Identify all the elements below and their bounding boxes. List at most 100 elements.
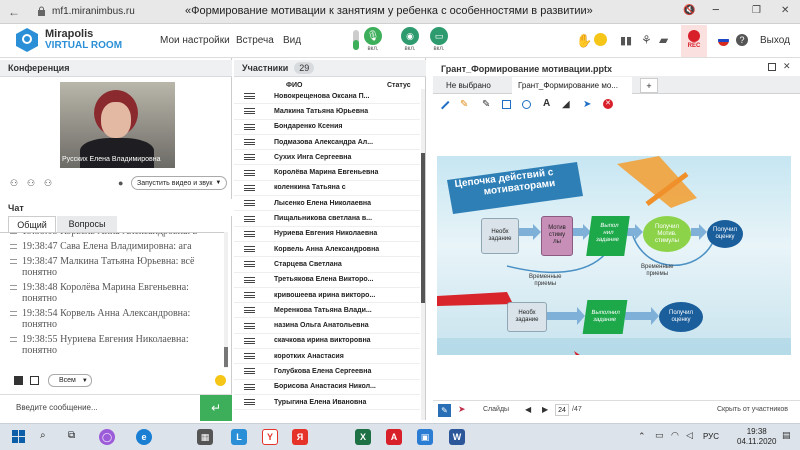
close-panel-icon[interactable]: ✕	[783, 61, 791, 72]
start-video-button[interactable]: Запустить видео и звук ▼	[131, 176, 227, 190]
tab-not-selected[interactable]: Не выбрано	[446, 81, 491, 90]
menu-icon[interactable]	[244, 292, 255, 298]
participant-row[interactable]: Турыгина Елена Ивановна	[234, 395, 420, 411]
excel-icon[interactable]: X	[355, 429, 371, 445]
draw-mode-icon[interactable]: ✎	[438, 404, 451, 417]
participant-row[interactable]: Пищальникова светлана в...	[234, 211, 420, 227]
restore-icon[interactable]: ❐	[752, 5, 761, 16]
prev-slide-button[interactable]: ◀	[525, 405, 531, 414]
hide-from-participants[interactable]: Скрыть от участников	[717, 406, 788, 413]
volume-icon[interactable]: ◁	[686, 430, 693, 441]
participant-row[interactable]: кривошеева ирина викторо...	[234, 288, 420, 304]
windows-start-icon[interactable]	[12, 430, 25, 443]
participant-row[interactable]: Корвель Анна Александровна	[234, 242, 420, 258]
mute-icon[interactable]: 🔇	[683, 5, 695, 16]
menu-icon[interactable]	[244, 368, 255, 375]
raise-hand-icon[interactable]: ✋	[576, 33, 592, 49]
tab-general[interactable]: Общий	[8, 216, 56, 232]
back-arrow-icon[interactable]: ←	[8, 5, 20, 19]
network-icon[interactable]: ⚘	[641, 33, 652, 47]
screen-share-toggle[interactable]: ▭ вкл.	[428, 27, 450, 52]
pencil-tool-icon[interactable]: ✎	[482, 99, 490, 110]
word-icon[interactable]: W	[449, 429, 465, 445]
menu-icon[interactable]	[244, 154, 255, 161]
participant-row[interactable]: Бондаренко Ксения	[234, 120, 420, 135]
menu-icon[interactable]	[244, 353, 255, 360]
menu-meeting[interactable]: Встреча	[236, 35, 274, 46]
camera-toggle[interactable]: ◉ вкл.	[399, 27, 421, 52]
url-field[interactable]: mf1.miranimbus.ru	[52, 6, 135, 17]
menu-icon[interactable]	[244, 276, 255, 283]
battery-icon[interactable]: ▭	[655, 430, 664, 441]
menu-icon[interactable]	[244, 93, 255, 100]
menu-icon[interactable]	[244, 215, 255, 222]
yandex-icon[interactable]: Я	[292, 429, 308, 445]
menu-icon[interactable]	[244, 399, 255, 406]
menu-icon[interactable]	[244, 337, 255, 344]
maximize-icon[interactable]	[768, 63, 776, 71]
tab-presentation[interactable]: Грант_Формирование мо...	[512, 77, 632, 94]
participant-row[interactable]: Новокрещенова Оксана П...	[234, 89, 420, 105]
slides-label[interactable]: Слайды	[483, 406, 509, 413]
alice-app-icon[interactable]: ◯	[99, 429, 115, 445]
help-icon[interactable]: ?	[736, 34, 748, 46]
line-tool-icon[interactable]	[441, 100, 450, 110]
participant-row[interactable]: Третьякова Елена Викторо...	[234, 273, 420, 288]
recipient-select[interactable]: Всем ▼	[48, 374, 92, 387]
record-button[interactable]: REC	[681, 25, 707, 57]
participant-row[interactable]: Нуриева Евгения Николаевна	[234, 227, 420, 242]
clear-icon[interactable]: ✕	[603, 99, 613, 109]
microphone-toggle[interactable]: 🎙 вкл.	[362, 27, 384, 52]
chart-icon[interactable]: ▮▮	[620, 34, 632, 47]
participant-row[interactable]: Лысенко Елена Николаевна	[234, 196, 420, 212]
language-indicator[interactable]: РУС	[703, 432, 719, 441]
pointer-tool-icon[interactable]: ➤	[583, 99, 591, 110]
wifi-icon[interactable]: ◠	[671, 430, 679, 441]
folder-icon[interactable]: ▰	[659, 33, 668, 47]
add-tab-button[interactable]: +	[640, 78, 658, 93]
participant-row[interactable]: Борисова Анастасия Никол...	[234, 380, 420, 395]
rectangle-tool-icon[interactable]	[502, 100, 511, 109]
participant-row[interactable]: Меренкова Татьяна Влади...	[234, 303, 420, 319]
text-color-icon[interactable]	[14, 376, 23, 385]
tray-chevron-icon[interactable]: ⌃	[638, 431, 646, 442]
task-view-icon[interactable]: ⧉	[68, 430, 75, 441]
marker-tool-icon[interactable]: ✎	[460, 99, 468, 110]
menu-my-settings[interactable]: Мои настройки	[160, 35, 230, 46]
emoji-icon[interactable]	[215, 375, 226, 386]
background-color-icon[interactable]	[30, 376, 39, 385]
chat-input[interactable]: Введите сообщение...	[16, 403, 98, 412]
menu-icon[interactable]	[244, 383, 255, 390]
menu-icon[interactable]	[244, 169, 255, 176]
participant-row[interactable]: Подмазова Александра Ал...	[234, 135, 420, 151]
edge-browser-icon[interactable]: e	[136, 429, 152, 445]
minimize-icon[interactable]: −	[712, 2, 720, 17]
send-button[interactable]: ↵	[200, 395, 232, 421]
video-layout-icon[interactable]: ⚇	[10, 178, 18, 189]
store-icon[interactable]: ▦	[197, 429, 213, 445]
participant-row[interactable]: Старцева Светлана	[234, 257, 420, 273]
menu-icon[interactable]	[244, 184, 255, 191]
text-tool-icon[interactable]: A	[543, 98, 550, 109]
menu-view[interactable]: Вид	[283, 35, 301, 46]
menu-icon[interactable]	[244, 230, 255, 237]
participant-row[interactable]: скачкова ирина викторовна	[234, 334, 420, 350]
photos-icon[interactable]: ▣	[417, 429, 433, 445]
participant-row[interactable]: назина Ольга Анатольевна	[234, 318, 420, 334]
clock[interactable]: 19:38 04.11.2020	[737, 427, 776, 447]
exit-button[interactable]: Выход	[760, 35, 790, 46]
participant-row[interactable]: Голубкова Елена Сергеевна	[234, 364, 420, 380]
participant-row[interactable]: Сухих Инга Сергеевна	[234, 150, 420, 166]
search-icon[interactable]: ⌕	[40, 430, 46, 441]
ellipse-tool-icon[interactable]	[522, 100, 531, 109]
language-flag-icon[interactable]	[718, 35, 729, 46]
participant-row[interactable]: коленкина Татьяна с	[234, 181, 420, 197]
menu-icon[interactable]	[244, 261, 255, 268]
menu-icon[interactable]	[244, 123, 255, 130]
slide-number-input[interactable]: 24	[555, 404, 569, 416]
menu-icon[interactable]	[244, 200, 255, 207]
participant-row[interactable]: коротких Анастасия	[234, 349, 420, 365]
yandex-browser-icon[interactable]: Y	[262, 429, 278, 445]
speaker-view-icon[interactable]: ⚇	[27, 178, 35, 189]
menu-icon[interactable]	[244, 108, 255, 115]
